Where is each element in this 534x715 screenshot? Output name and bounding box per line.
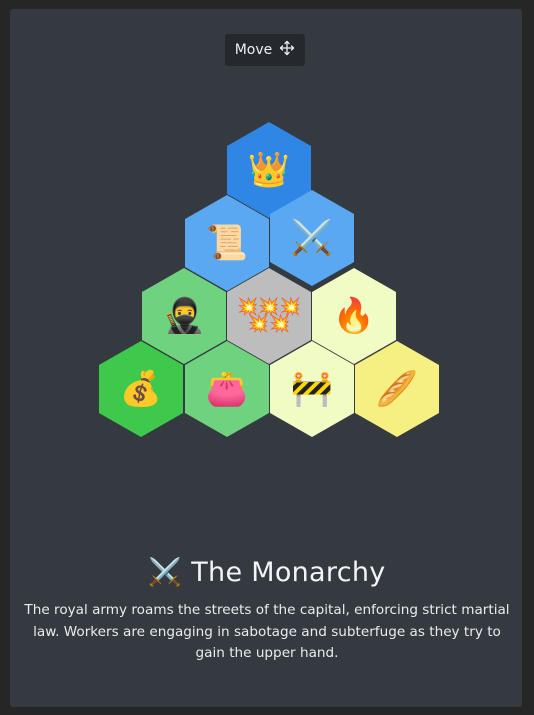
fire-icon: 🔥 bbox=[332, 296, 376, 336]
explosion-row-2: 💥💥 bbox=[247, 314, 291, 334]
explosion-row-1: 💥💥💥 bbox=[237, 297, 301, 317]
explosion-icon: 💥💥💥 💥💥 bbox=[237, 299, 301, 333]
crossed-swords-icon: ⚔️ bbox=[148, 557, 183, 588]
crossed-swords-icon: ⚔️ bbox=[290, 218, 334, 258]
scenario-description: The royal army roams the streets of the … bbox=[24, 602, 510, 661]
crown-icon: 👑 bbox=[247, 150, 291, 190]
scroll-icon: 📜 bbox=[205, 223, 249, 263]
construction-barrier-icon: 🚧 bbox=[290, 369, 334, 409]
money-bag-icon: 💰 bbox=[119, 369, 163, 409]
ninja-icon: 🥷 bbox=[162, 296, 206, 336]
baguette-icon: 🥖 bbox=[375, 369, 419, 409]
scenario-title: ⚔️ The Monarchy bbox=[0, 556, 534, 588]
scenario-title-text: The Monarchy bbox=[191, 557, 386, 588]
purse-icon: 👛 bbox=[205, 369, 249, 409]
